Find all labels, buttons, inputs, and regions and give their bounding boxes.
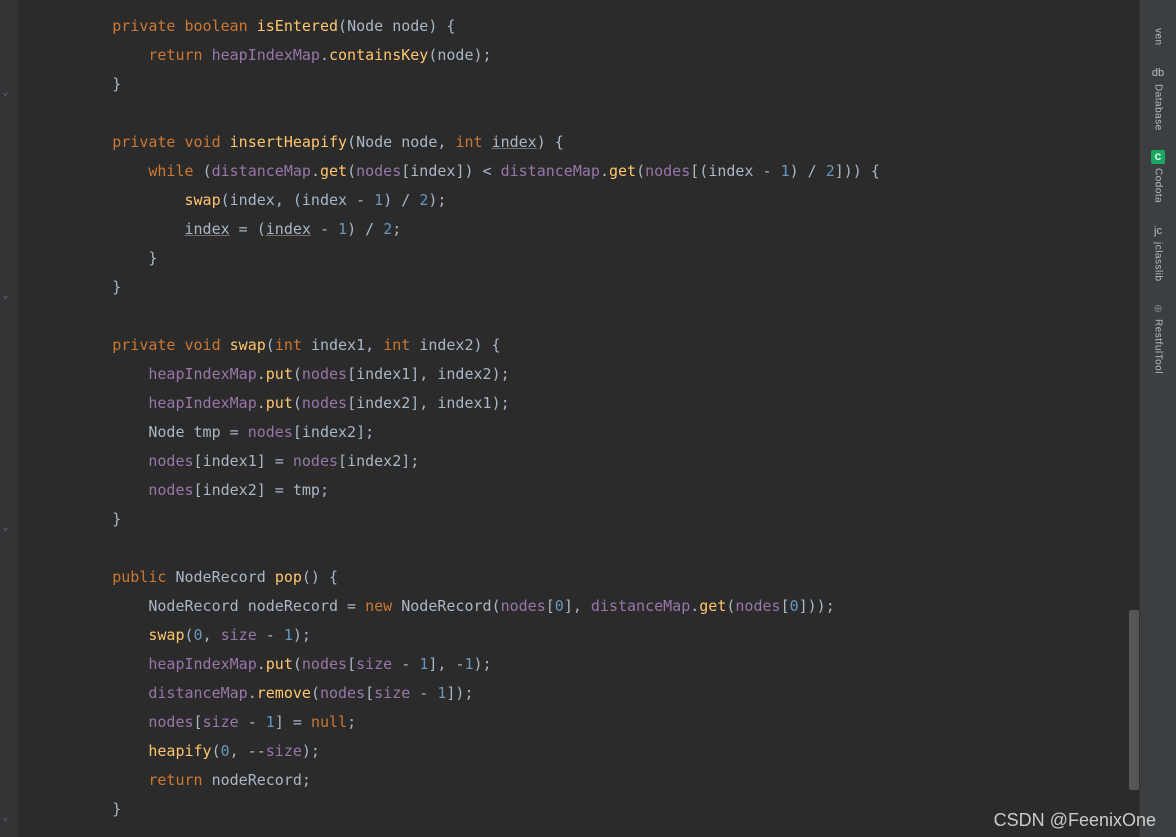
ven-icon [1151, 10, 1165, 24]
toolwindow-database-button[interactable]: db Database [1140, 56, 1176, 141]
toolwindow-label: ven [1153, 28, 1164, 46]
right-tool-stripe: ven db Database C Codota jc jclasslib ⊕ RestfulT… [1139, 0, 1176, 837]
toolwindow-ven-button[interactable]: ven [1140, 0, 1176, 56]
toolwindow-label: Database [1153, 84, 1164, 131]
code-editor[interactable]: ⌄ ⌄ ⌄ ⌄ private boolean isEntered(Node node… [0, 0, 1140, 837]
scrollbar-thumb[interactable] [1129, 610, 1139, 790]
fold-marker[interactable]: ⌄ [2, 512, 16, 526]
fold-gutter[interactable]: ⌄ ⌄ ⌄ ⌄ [0, 0, 18, 837]
fold-marker[interactable]: ⌄ [2, 280, 16, 294]
fold-marker[interactable]: ⌄ [2, 802, 16, 816]
jclasslib-icon: jc [1151, 224, 1165, 238]
restful-icon: ⊕ [1151, 301, 1165, 315]
toolwindow-restful-button[interactable]: ⊕ RestfulTool [1140, 291, 1176, 384]
toolwindow-label: jclasslib [1153, 242, 1164, 282]
code-area[interactable]: private boolean isEntered(Node node) { r… [40, 12, 880, 824]
codota-icon: C [1151, 150, 1165, 164]
toolwindow-label: Codota [1153, 168, 1164, 203]
database-icon: db [1151, 66, 1165, 80]
toolwindow-label: RestfulTool [1153, 319, 1164, 374]
toolwindow-jclasslib-button[interactable]: jc jclasslib [1140, 214, 1176, 292]
toolwindow-codota-button[interactable]: C Codota [1140, 140, 1176, 213]
fold-marker[interactable]: ⌄ [2, 77, 16, 91]
